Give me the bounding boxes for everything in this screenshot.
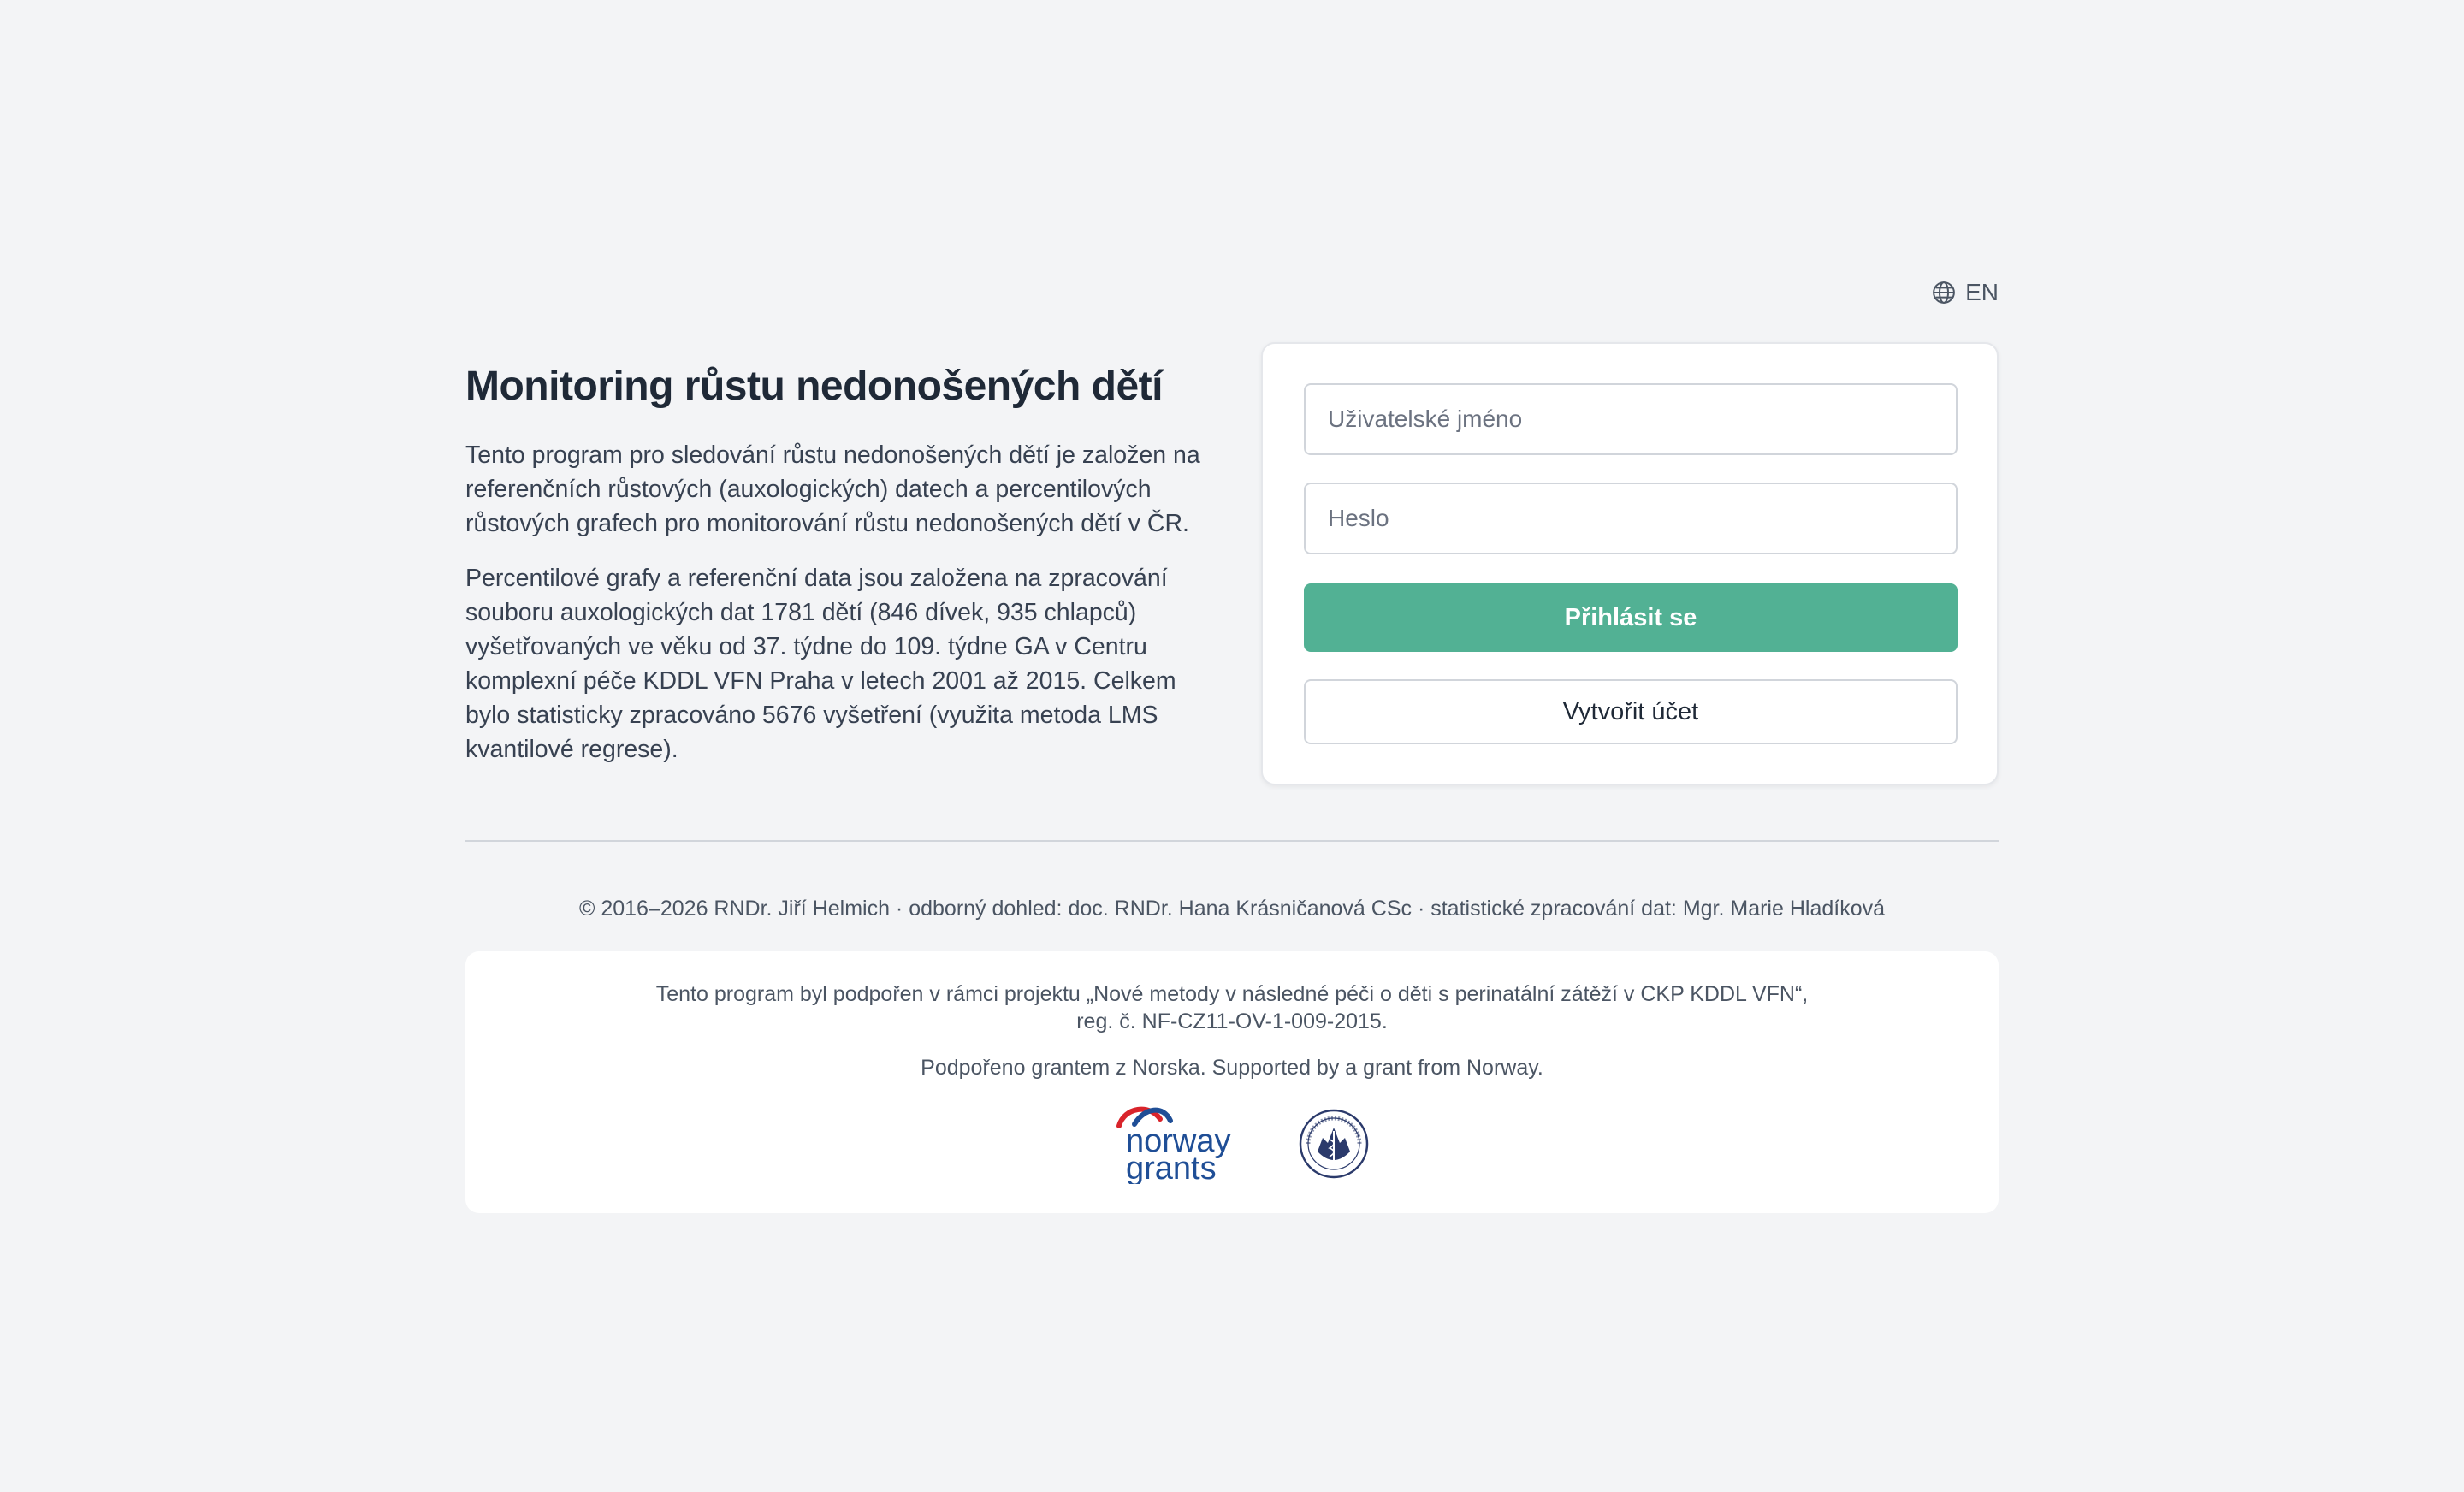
globe-icon <box>1933 281 1955 304</box>
username-input[interactable] <box>1304 383 1958 455</box>
section-divider <box>465 840 1999 842</box>
page-title: Monitoring růstu nedonošených dětí <box>465 364 1163 409</box>
intro-paragraph-2: Percentilové grafy a referenční data jso… <box>465 565 1176 763</box>
language-label: EN <box>1965 279 1999 305</box>
grant-text: Podpořeno grantem z Norska. Supported by… <box>921 1056 1543 1080</box>
support-line-1: Tento program byl podpořen v rámci proje… <box>655 982 1809 1006</box>
intro-section: Monitoring růstu nedonošených dětí Tento… <box>465 359 1218 767</box>
password-input[interactable] <box>1304 483 1958 554</box>
language-switch[interactable]: EN <box>1931 279 1999 306</box>
intro-paragraph-1: Tento program pro sledování růstu nedono… <box>465 441 1200 537</box>
support-card: Tento program byl podpořen v rámci proje… <box>465 951 1999 1213</box>
create-account-button[interactable]: Vytvořit účet <box>1304 679 1958 744</box>
support-line-2: reg. č. NF-CZ11-OV-1-009-2015. <box>1076 1009 1388 1033</box>
login-button[interactable]: Přihlásit se <box>1304 583 1958 652</box>
copyright-text: © 2016–2026 RNDr. Jiří Helmich · odborný… <box>578 897 1886 921</box>
page-container: EN Monitoring růstu nedonošených dětí Te… <box>465 0 1999 1492</box>
grants-word: grants <box>1126 1151 1217 1184</box>
faculty-seal-logo <box>1299 1109 1369 1179</box>
support-project-text: Tento program byl podpořen v rámci proje… <box>465 980 1999 1035</box>
login-card: Přihlásit se Vytvořit účet <box>1261 342 1999 785</box>
norway-grants-logo: norway grants <box>1116 1106 1231 1184</box>
